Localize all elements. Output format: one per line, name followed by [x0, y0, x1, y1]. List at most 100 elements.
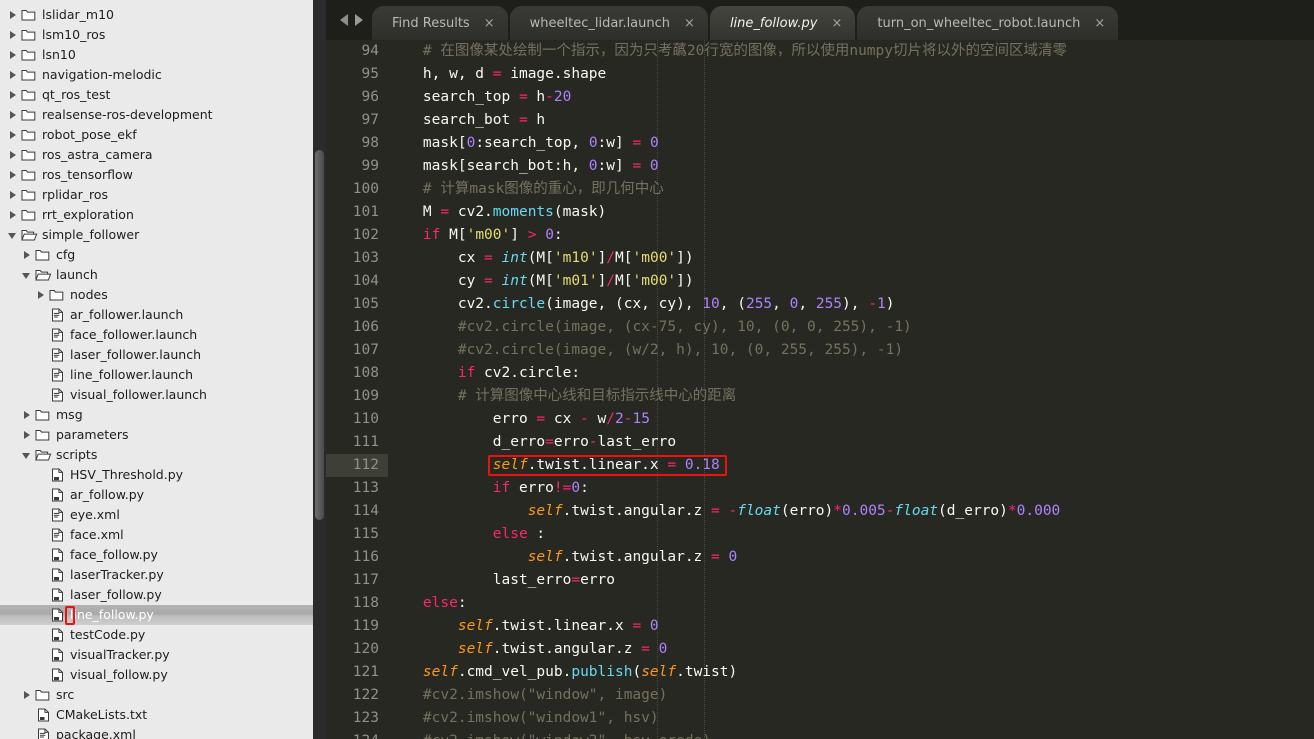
code-line[interactable]: #cv2.imshow("window1", hsv)	[388, 707, 1314, 730]
code-line[interactable]: self.twist.angular.z = 0	[388, 546, 1314, 569]
tree-item-line-follower-launch[interactable]: line_follower.launch	[0, 365, 313, 385]
tree-item-simple-follower[interactable]: simple_follower	[0, 225, 313, 245]
tree-item-lsm10-ros[interactable]: lsm10_ros	[0, 25, 313, 45]
code-line[interactable]: #cv2.circle(image, (cx-75, cy), 10, (0, …	[388, 316, 1314, 339]
code-line[interactable]: # 计算图像中心线和目标指示线中心的距离	[388, 385, 1314, 408]
code-line[interactable]: #cv2.circle(image, (w/2, h), 10, (0, 255…	[388, 339, 1314, 362]
tree-item-robot-pose-ekf[interactable]: robot_pose_ekf	[0, 125, 313, 145]
chevron-down-icon[interactable]	[8, 230, 19, 241]
chevron-right-icon[interactable]	[8, 10, 19, 21]
code-line[interactable]: if erro!=0:	[388, 477, 1314, 500]
tree-item-lslidar-m10[interactable]: lslidar_m10	[0, 5, 313, 25]
code-line[interactable]: cy = int(M['m01']/M['m00'])	[388, 270, 1314, 293]
chevron-right-icon[interactable]	[8, 70, 19, 81]
chevron-right-icon[interactable]	[22, 690, 33, 701]
tree-item-cfg[interactable]: cfg	[0, 245, 313, 265]
tree-item-rrt-exploration[interactable]: rrt_exploration	[0, 205, 313, 225]
code-line[interactable]: search_top = h-20	[388, 86, 1314, 109]
code-line[interactable]: h, w, d = image.shape	[388, 63, 1314, 86]
chevron-right-icon[interactable]	[22, 430, 33, 441]
tree-item-scripts[interactable]: scripts	[0, 445, 313, 465]
code-line[interactable]: if cv2.circle:	[388, 362, 1314, 385]
tree-item-msg[interactable]: msg	[0, 405, 313, 425]
tree-item-launch[interactable]: launch	[0, 265, 313, 285]
chevron-right-icon[interactable]	[8, 30, 19, 41]
tree-item-ar-follow-py[interactable]: ar_follow.py	[0, 485, 313, 505]
tree-item-visual-follow-py[interactable]: visual_follow.py	[0, 665, 313, 685]
code-line[interactable]: search_bot = h	[388, 109, 1314, 132]
tree-item-realsense-ros-development[interactable]: realsense-ros-development	[0, 105, 313, 125]
tree-item-visualtracker-py[interactable]: visualTracker.py	[0, 645, 313, 665]
code-line[interactable]: d_erro=erro-last_erro	[388, 431, 1314, 454]
sidebar-scrollbar[interactable]	[313, 0, 326, 739]
code-line[interactable]: M = cv2.moments(mask)	[388, 201, 1314, 224]
chevron-right-icon[interactable]	[8, 190, 19, 201]
tree-item-qt-ros-test[interactable]: qt_ros_test	[0, 85, 313, 105]
tree-item-lsn10[interactable]: lsn10	[0, 45, 313, 65]
tree-item-ros-tensorflow[interactable]: ros_tensorflow	[0, 165, 313, 185]
chevron-right-icon[interactable]	[8, 210, 19, 221]
code-line[interactable]: self.twist.angular.z = -float(erro)*0.00…	[388, 500, 1314, 523]
tab-nav-arrows[interactable]	[330, 0, 372, 40]
tree-item-src[interactable]: src	[0, 685, 313, 705]
code-line[interactable]: cx = int(M['m10']/M['m00'])	[388, 247, 1314, 270]
editor-tab-find-results[interactable]: Find Results ×	[372, 6, 508, 40]
code-line[interactable]: else :	[388, 523, 1314, 546]
code-line[interactable]: #cv2.imshow("window2", hsv_erode)	[388, 730, 1314, 739]
code-line[interactable]: self.twist.linear.x = 0.18	[388, 454, 1314, 477]
code-line[interactable]: self.twist.angular.z = 0	[388, 638, 1314, 661]
source-code-text[interactable]: # 在图像某处绘制一个指示，因为只考蘤20行宽的图像，所以使用numpy切片将以…	[388, 40, 1314, 739]
chevron-right-icon[interactable]	[22, 410, 33, 421]
code-line[interactable]: if M['m00'] > 0:	[388, 224, 1314, 247]
tab-close-icon[interactable]: ×	[684, 17, 695, 30]
code-line[interactable]: self.cmd_vel_pub.publish(self.twist)	[388, 661, 1314, 684]
tree-item-testcode-py[interactable]: testCode.py	[0, 625, 313, 645]
tree-item-ros-astra-camera[interactable]: ros_astra_camera	[0, 145, 313, 165]
editor-tab-turn-on-wheeltec-robot-launch[interactable]: turn_on_wheeltec_robot.launch ×	[857, 6, 1119, 40]
code-line[interactable]: erro = cx - w/2-15	[388, 408, 1314, 431]
tree-item-cmakelists-txt[interactable]: CMakeLists.txt	[0, 705, 313, 725]
tree-item-hsv-threshold-py[interactable]: HSV_Threshold.py	[0, 465, 313, 485]
chevron-right-icon[interactable]	[8, 110, 19, 121]
chevron-right-icon[interactable]	[36, 290, 47, 301]
file-tree[interactable]: lslidar_m10 lsm10_ros lsn10 navigation-melo…	[0, 0, 313, 739]
code-line[interactable]: last_erro=erro	[388, 569, 1314, 592]
tree-item-line-follow-py[interactable]: line_follow.py	[0, 605, 313, 625]
editor-tab-line-follow-py[interactable]: line_follow.py ×	[709, 6, 856, 40]
tree-item-face-follow-py[interactable]: face_follow.py	[0, 545, 313, 565]
tab-close-icon[interactable]: ×	[831, 17, 842, 30]
chevron-right-icon[interactable]	[22, 250, 33, 261]
tree-item-face-follower-launch[interactable]: face_follower.launch	[0, 325, 313, 345]
tree-item-nodes[interactable]: nodes	[0, 285, 313, 305]
chevron-right-icon[interactable]	[8, 90, 19, 101]
chevron-right-icon[interactable]	[8, 170, 19, 181]
editor-tab-wheeltec-lidar-launch[interactable]: wheeltec_lidar.launch ×	[509, 6, 708, 40]
code-line[interactable]: else:	[388, 592, 1314, 615]
chevron-right-icon[interactable]	[8, 150, 19, 161]
tree-item-visual-follower-launch[interactable]: visual_follower.launch	[0, 385, 313, 405]
code-line[interactable]: # 计算mask图像的重心，即几何中心	[388, 178, 1314, 201]
code-line[interactable]: # 在图像某处绘制一个指示，因为只考蘤20行宽的图像，所以使用numpy切片将以…	[388, 40, 1314, 63]
project-file-tree-sidebar[interactable]: lslidar_m10 lsm10_ros lsn10 navigation-melo…	[0, 0, 326, 739]
tree-item-ar-follower-launch[interactable]: ar_follower.launch	[0, 305, 313, 325]
tree-item-eye-xml[interactable]: eye.xml	[0, 505, 313, 525]
prev-tab-arrow-icon[interactable]	[339, 14, 348, 26]
chevron-down-icon[interactable]	[22, 270, 33, 281]
next-tab-arrow-icon[interactable]	[354, 14, 363, 26]
tree-item-navigation-melodic[interactable]: navigation-melodic	[0, 65, 313, 85]
tree-item-laser-follower-launch[interactable]: laser_follower.launch	[0, 345, 313, 365]
tree-item-parameters[interactable]: parameters	[0, 425, 313, 445]
tree-item-laser-follow-py[interactable]: laser_follow.py	[0, 585, 313, 605]
tree-item-lasertracker-py[interactable]: laserTracker.py	[0, 565, 313, 585]
code-line[interactable]: self.twist.linear.x = 0	[388, 615, 1314, 638]
code-line[interactable]: mask[search_bot:h, 0:w] = 0	[388, 155, 1314, 178]
chevron-down-icon[interactable]	[22, 450, 33, 461]
code-area[interactable]: 94 95 96 97 98 99 100 101 102 103 104 105 106 107 108 1…	[326, 40, 1314, 739]
chevron-right-icon[interactable]	[8, 130, 19, 141]
tab-close-icon[interactable]: ×	[1094, 17, 1105, 30]
tree-item-package-xml[interactable]: package.xml	[0, 725, 313, 739]
tab-close-icon[interactable]: ×	[484, 17, 495, 30]
code-line[interactable]: #cv2.imshow("window", image)	[388, 684, 1314, 707]
chevron-right-icon[interactable]	[8, 50, 19, 61]
sidebar-scrollbar-thumb[interactable]	[315, 150, 324, 520]
